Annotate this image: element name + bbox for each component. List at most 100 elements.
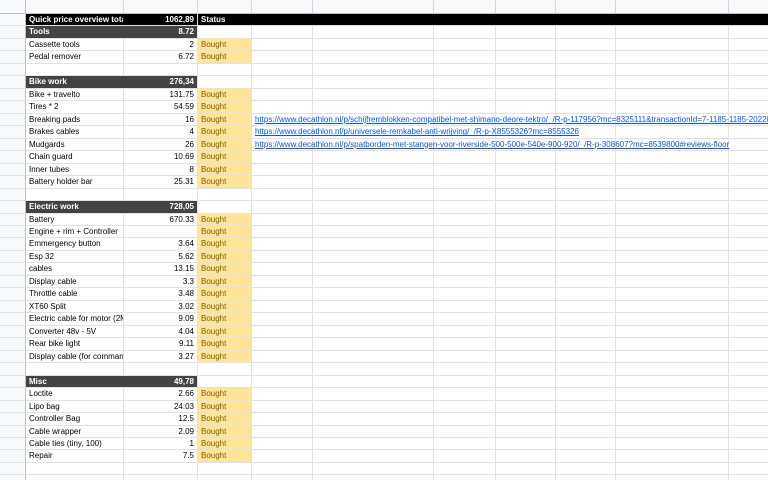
row-header-8[interactable] <box>0 101 26 114</box>
item-name-cell[interactable]: Repair <box>26 450 123 461</box>
item-price-cell[interactable]: 8 <box>124 164 197 175</box>
status-cell[interactable]: Bought <box>198 388 251 400</box>
item-name-cell[interactable]: Converter 48v - 5V <box>26 326 123 337</box>
row-header-22[interactable] <box>0 275 26 289</box>
item-name-cell[interactable]: Battery holder bar <box>26 176 123 187</box>
item-price-cell[interactable]: 4.04 <box>124 326 197 337</box>
status-cell[interactable]: Bought <box>198 163 251 176</box>
row-header-31[interactable] <box>0 388 26 401</box>
status-cell[interactable]: Bought <box>198 338 251 350</box>
row-header-14[interactable] <box>0 176 26 189</box>
status-cell[interactable]: Bought <box>198 350 251 363</box>
item-price-cell[interactable]: 10.69 <box>124 151 197 162</box>
product-link[interactable]: https://www.decathlon.nl/p/spatborden-me… <box>252 139 768 150</box>
status-cell[interactable]: Bought <box>198 425 251 437</box>
section-title-cell[interactable]: Misc <box>26 376 123 387</box>
status-cell[interactable]: Bought <box>198 213 251 225</box>
row-header-17[interactable] <box>0 213 26 226</box>
item-price-cell[interactable]: 16 <box>124 114 197 125</box>
item-name-cell[interactable]: Pedal remover <box>26 51 123 62</box>
item-price-cell[interactable]: 3.3 <box>124 276 197 287</box>
status-cell[interactable]: Bought <box>198 101 251 113</box>
row-header-20[interactable] <box>0 250 26 264</box>
status-cell[interactable]: Bought <box>198 275 251 288</box>
row-header-25[interactable] <box>0 313 26 326</box>
row-header-32[interactable] <box>0 400 26 414</box>
column-header-d[interactable] <box>252 0 313 14</box>
status-cell[interactable]: Bought <box>198 88 251 101</box>
row-header-36[interactable] <box>0 450 26 463</box>
row-header-21[interactable] <box>0 263 26 276</box>
row-header-13[interactable] <box>0 163 26 177</box>
item-price-cell[interactable]: 670.33 <box>124 214 197 225</box>
section-title-cell[interactable]: Bike work <box>26 76 123 87</box>
section-total-cell[interactable]: 728,05 <box>124 201 197 212</box>
row-header-28[interactable] <box>0 350 26 364</box>
column-header-e[interactable] <box>313 0 434 14</box>
status-cell[interactable]: Bought <box>198 437 251 450</box>
row-header-38[interactable] <box>0 475 26 480</box>
item-name-cell[interactable]: Brakes cables <box>26 126 123 137</box>
row-header-29[interactable] <box>0 363 26 376</box>
row-header-10[interactable] <box>0 126 26 139</box>
item-price-cell[interactable]: 2 <box>124 39 197 50</box>
item-price-cell[interactable]: 3.64 <box>124 238 197 249</box>
status-cell[interactable]: Bought <box>198 151 251 163</box>
status-cell[interactable]: Bought <box>198 325 251 338</box>
status-cell[interactable]: Bought <box>198 238 251 250</box>
item-price-cell[interactable]: 7.5 <box>124 450 197 461</box>
item-name-cell[interactable]: Rear bike light <box>26 338 123 349</box>
item-price-cell[interactable]: 12.5 <box>124 413 197 424</box>
item-name-cell[interactable]: XT60 Split <box>26 301 123 312</box>
row-header-23[interactable] <box>0 288 26 301</box>
row-header-27[interactable] <box>0 338 26 351</box>
item-name-cell[interactable]: Display cable (for command <box>26 351 123 362</box>
item-name-cell[interactable]: Lipo bag <box>26 401 123 412</box>
row-header-1[interactable] <box>0 14 26 27</box>
item-price-cell[interactable]: 3.27 <box>124 351 197 362</box>
row-header-33[interactable] <box>0 413 26 426</box>
item-name-cell[interactable]: Cable wrapper <box>26 426 123 437</box>
item-price-cell[interactable]: 9.09 <box>124 313 197 324</box>
column-header-i[interactable] <box>616 0 729 14</box>
row-header-24[interactable] <box>0 300 26 314</box>
status-cell[interactable]: Bought <box>198 313 251 325</box>
item-price-cell[interactable]: 4 <box>124 126 197 137</box>
item-name-cell[interactable]: Engine + rim + Controller <box>26 226 123 237</box>
row-header-5[interactable] <box>0 63 26 77</box>
item-name-cell[interactable]: Mudgards <box>26 139 123 150</box>
row-header-18[interactable] <box>0 225 26 239</box>
row-header-15[interactable] <box>0 188 26 202</box>
status-cell[interactable]: Bought <box>198 38 251 51</box>
item-name-cell[interactable]: Breaking pads <box>26 114 123 125</box>
status-header-cell[interactable]: Status <box>198 14 251 25</box>
row-header-3[interactable] <box>0 38 26 52</box>
item-name-cell[interactable]: Loctite <box>26 388 123 399</box>
status-cell[interactable]: Bought <box>198 400 251 413</box>
item-price-cell[interactable]: 9.11 <box>124 338 197 349</box>
row-header-4[interactable] <box>0 51 26 64</box>
item-name-cell[interactable]: Cassette tools <box>26 39 123 50</box>
section-total-cell[interactable]: 1062,89 <box>124 14 197 25</box>
row-header-11[interactable] <box>0 138 26 152</box>
column-header-h[interactable] <box>556 0 616 14</box>
row-header-35[interactable] <box>0 437 26 451</box>
section-title-cell[interactable]: Quick price overview total <box>26 14 123 25</box>
item-name-cell[interactable]: Electric cable for motor (2M <box>26 313 123 324</box>
row-header-6[interactable] <box>0 76 26 89</box>
section-total-cell[interactable]: 8.72 <box>124 26 197 37</box>
status-cell[interactable]: Bought <box>198 138 251 151</box>
item-name-cell[interactable]: Inner tubes <box>26 164 123 175</box>
status-cell[interactable]: Bought <box>198 113 251 126</box>
column-header-g[interactable] <box>496 0 556 14</box>
item-name-cell[interactable]: Esp 32 <box>26 251 123 262</box>
spreadsheet-grid[interactable]: Quick price overview total 1062,89 Status T… <box>0 0 768 480</box>
status-cell[interactable]: Bought <box>198 288 251 300</box>
row-header-30[interactable] <box>0 375 26 389</box>
item-price-cell[interactable]: 5.62 <box>124 251 197 262</box>
row-header-9[interactable] <box>0 113 26 127</box>
row-header-37[interactable] <box>0 462 26 476</box>
row-header-2[interactable] <box>0 26 26 39</box>
item-name-cell[interactable]: Chain guard <box>26 151 123 162</box>
status-cell[interactable]: Bought <box>198 263 251 275</box>
